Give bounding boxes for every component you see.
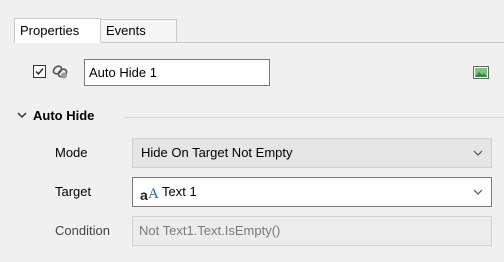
collapse-chevron-icon	[17, 112, 27, 119]
tab-events[interactable]: Events	[100, 19, 177, 43]
text-object-icon: a A	[140, 186, 159, 201]
object-name-input[interactable]: Auto Hide 1	[84, 59, 270, 86]
chevron-down-icon	[473, 150, 483, 156]
condition-label: Condition	[55, 223, 110, 238]
mode-dropdown[interactable]: Hide On Target Not Empty	[132, 138, 492, 168]
condition-field: Not Text1.Text.IsEmpty()	[132, 216, 492, 246]
target-value: Text 1	[162, 184, 197, 199]
target-dropdown[interactable]: a A Text 1	[132, 177, 492, 207]
tab-properties[interactable]: Properties	[14, 18, 101, 43]
svg-text:A: A	[148, 186, 159, 201]
target-label: Target	[55, 184, 92, 199]
mode-label: Mode	[55, 145, 88, 160]
image-icon[interactable]	[473, 66, 489, 79]
enabled-checkbox[interactable]	[33, 65, 46, 78]
section-title: Auto Hide	[33, 108, 95, 123]
mode-value: Hide On Target Not Empty	[141, 145, 293, 160]
link-icon	[52, 65, 68, 79]
svg-text:a: a	[140, 187, 148, 201]
chevron-down-icon	[473, 189, 483, 195]
checkbox-checked-icon	[35, 68, 44, 76]
condition-value: Not Text1.Text.IsEmpty()	[139, 223, 281, 238]
section-divider	[124, 117, 504, 118]
